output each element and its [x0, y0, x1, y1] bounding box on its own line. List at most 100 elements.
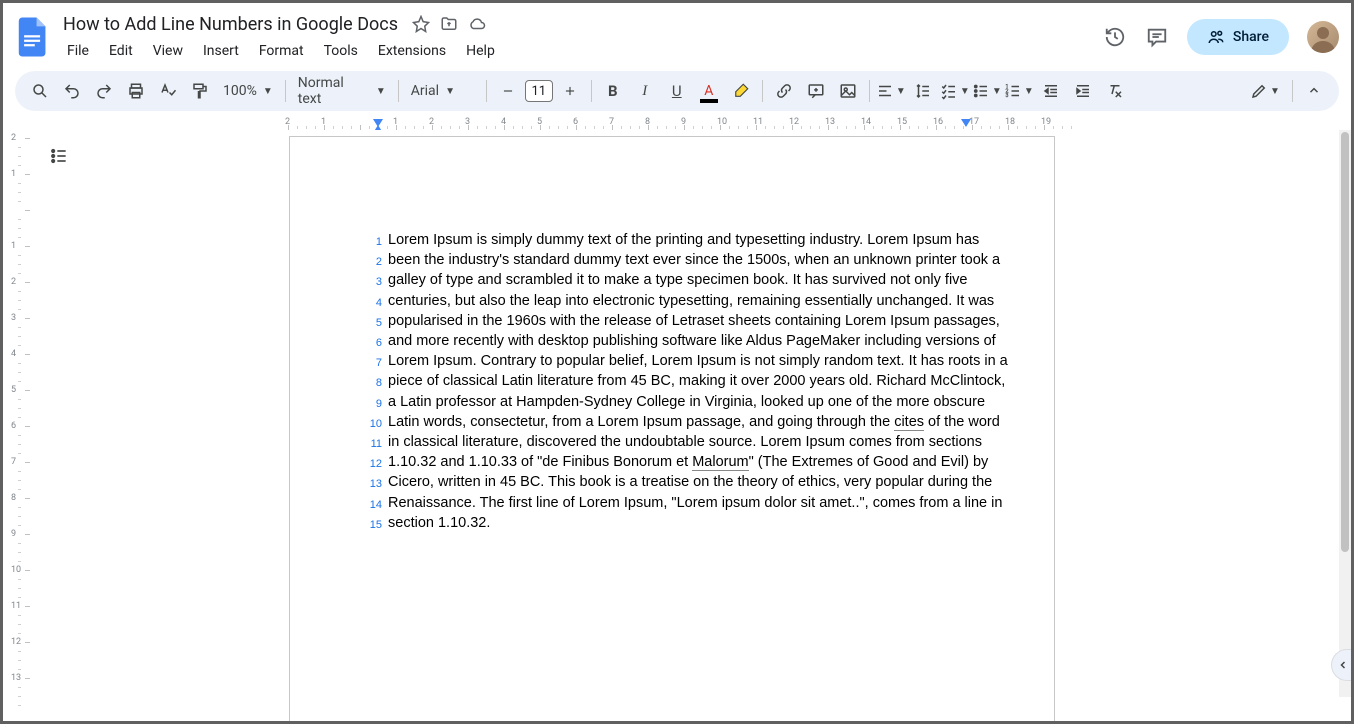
line-text[interactable]: been the industry's standard dummy text …	[388, 251, 1000, 271]
decrease-font-size-button[interactable]	[493, 76, 523, 106]
line-text[interactable]: centuries, but also the leap into electr…	[388, 292, 994, 312]
font-size-input[interactable]: 11	[525, 80, 553, 102]
menu-insert[interactable]: Insert	[195, 39, 247, 63]
menu-extensions[interactable]: Extensions	[370, 39, 454, 63]
menu-tools[interactable]: Tools	[316, 39, 366, 63]
checklist-button[interactable]: ▼	[940, 76, 970, 106]
text-line[interactable]: 10Latin words, consectetur, from a Lorem…	[368, 413, 976, 433]
line-text[interactable]: Lorem Ipsum is simply dummy text of the …	[388, 231, 979, 251]
page-content[interactable]: 1Lorem Ipsum is simply dummy text of the…	[368, 231, 976, 534]
text-line[interactable]: 13Cicero, written in 45 BC. This book is…	[368, 473, 976, 493]
zoom-selector[interactable]: 100%▼	[217, 83, 279, 99]
line-number: 8	[368, 372, 388, 392]
text-line[interactable]: 15section 1.10.32.	[368, 514, 976, 534]
menu-file[interactable]: File	[59, 39, 97, 63]
redo-icon[interactable]	[89, 76, 119, 106]
spellcheck-icon[interactable]	[153, 76, 183, 106]
menu-edit[interactable]: Edit	[101, 39, 141, 63]
text-line[interactable]: 4centuries, but also the leap into elect…	[368, 292, 976, 312]
cloud-status-icon[interactable]	[468, 15, 486, 33]
text-line[interactable]: 7Lorem Ipsum. Contrary to popular belief…	[368, 352, 976, 372]
line-number: 14	[368, 494, 388, 514]
chevron-down-icon: ▼	[445, 86, 455, 97]
undo-icon[interactable]	[57, 76, 87, 106]
line-text[interactable]: section 1.10.32.	[388, 514, 490, 534]
hide-menus-button[interactable]	[1299, 76, 1329, 106]
spellcheck-underline[interactable]: cites	[894, 414, 924, 431]
outline-toggle-icon[interactable]	[45, 142, 73, 170]
header: How to Add Line Numbers in Google Docs F…	[3, 3, 1351, 63]
document-page[interactable]: 1Lorem Ipsum is simply dummy text of the…	[289, 136, 1055, 721]
editing-mode-button[interactable]: ▼	[1244, 76, 1286, 106]
line-text[interactable]: galley of type and scrambled it to make …	[388, 271, 968, 291]
menu-bar: FileEditViewInsertFormatToolsExtensionsH…	[59, 39, 1103, 63]
numbered-list-button[interactable]: 123▼	[1004, 76, 1034, 106]
text-line[interactable]: 6and more recently with desktop publishi…	[368, 332, 976, 352]
bold-button[interactable]: B	[598, 76, 628, 106]
bulleted-list-button[interactable]: ▼	[972, 76, 1002, 106]
line-text[interactable]: Lorem Ipsum. Contrary to popular belief,…	[388, 352, 1008, 372]
search-menus-icon[interactable]	[25, 76, 55, 106]
text-line[interactable]: 9a Latin professor at Hampden-Sydney Col…	[368, 393, 976, 413]
align-button[interactable]: ▼	[876, 76, 906, 106]
comments-icon[interactable]	[1145, 25, 1169, 49]
decrease-indent-button[interactable]	[1036, 76, 1066, 106]
side-panel-toggle[interactable]	[1331, 649, 1351, 681]
line-text[interactable]: Cicero, written in 45 BC. This book is a…	[388, 473, 992, 493]
underline-button[interactable]: U	[662, 76, 692, 106]
font-selector[interactable]: Arial▼	[405, 83, 480, 99]
text-line[interactable]: 8piece of classical Latin literature fro…	[368, 372, 976, 392]
highlight-button[interactable]	[726, 76, 756, 106]
text-line[interactable]: 5popularised in the 1960s with the relea…	[368, 312, 976, 332]
scrollbar-vertical[interactable]	[1339, 130, 1351, 697]
line-text[interactable]: in classical literature, discovered the …	[388, 433, 982, 453]
increase-indent-button[interactable]	[1068, 76, 1098, 106]
docs-logo[interactable]	[15, 19, 51, 55]
spellcheck-underline[interactable]: Malorum	[692, 454, 748, 471]
line-number: 11	[368, 433, 388, 453]
menu-view[interactable]: View	[145, 39, 191, 63]
chevron-down-icon: ▼	[992, 86, 1002, 97]
text-color-button[interactable]: A	[694, 76, 724, 106]
chevron-down-icon: ▼	[1270, 86, 1280, 97]
text-line[interactable]: 3galley of type and scrambled it to make…	[368, 271, 976, 291]
chevron-down-icon: ▼	[376, 86, 386, 97]
account-avatar[interactable]	[1307, 21, 1339, 53]
line-text[interactable]: a Latin professor at Hampden-Sydney Coll…	[388, 393, 985, 413]
clear-formatting-button[interactable]	[1100, 76, 1130, 106]
line-number: 3	[368, 271, 388, 291]
line-text[interactable]: and more recently with desktop publishin…	[388, 332, 996, 352]
insert-image-button[interactable]	[833, 76, 863, 106]
text-line[interactable]: 2been the industry's standard dummy text…	[368, 251, 976, 271]
ruler-vertical[interactable]: 2112345678910111213	[3, 130, 31, 721]
menu-help[interactable]: Help	[458, 39, 503, 63]
insert-link-button[interactable]	[769, 76, 799, 106]
line-text[interactable]: 1.10.32 and 1.10.33 of "de Finibus Bonor…	[388, 453, 988, 473]
paragraph-style-selector[interactable]: Normal text▼	[292, 75, 392, 107]
line-text[interactable]: Latin words, consectetur, from a Lorem I…	[388, 413, 1000, 433]
star-icon[interactable]	[412, 15, 430, 33]
history-icon[interactable]	[1103, 25, 1127, 49]
text-line[interactable]: 14Renaissance. The first line of Lorem I…	[368, 494, 976, 514]
line-number: 12	[368, 453, 388, 473]
share-button[interactable]: Share	[1187, 19, 1289, 55]
line-number: 6	[368, 332, 388, 352]
text-line[interactable]: 11in classical literature, discovered th…	[368, 433, 976, 453]
print-icon[interactable]	[121, 76, 151, 106]
paint-format-icon[interactable]	[185, 76, 215, 106]
line-text[interactable]: Renaissance. The first line of Lorem Ips…	[388, 494, 1002, 514]
document-title[interactable]: How to Add Line Numbers in Google Docs	[59, 12, 402, 37]
line-number: 4	[368, 292, 388, 312]
text-line[interactable]: 1Lorem Ipsum is simply dummy text of the…	[368, 231, 976, 251]
line-spacing-button[interactable]	[908, 76, 938, 106]
chevron-down-icon: ▼	[960, 86, 970, 97]
line-text[interactable]: popularised in the 1960s with the releas…	[388, 312, 1000, 332]
italic-button[interactable]: I	[630, 76, 660, 106]
move-icon[interactable]	[440, 15, 458, 33]
svg-text:3: 3	[1005, 93, 1008, 99]
line-text[interactable]: piece of classical Latin literature from…	[388, 372, 1005, 392]
text-line[interactable]: 121.10.32 and 1.10.33 of "de Finibus Bon…	[368, 453, 976, 473]
increase-font-size-button[interactable]	[555, 76, 585, 106]
add-comment-button[interactable]	[801, 76, 831, 106]
menu-format[interactable]: Format	[251, 39, 312, 63]
